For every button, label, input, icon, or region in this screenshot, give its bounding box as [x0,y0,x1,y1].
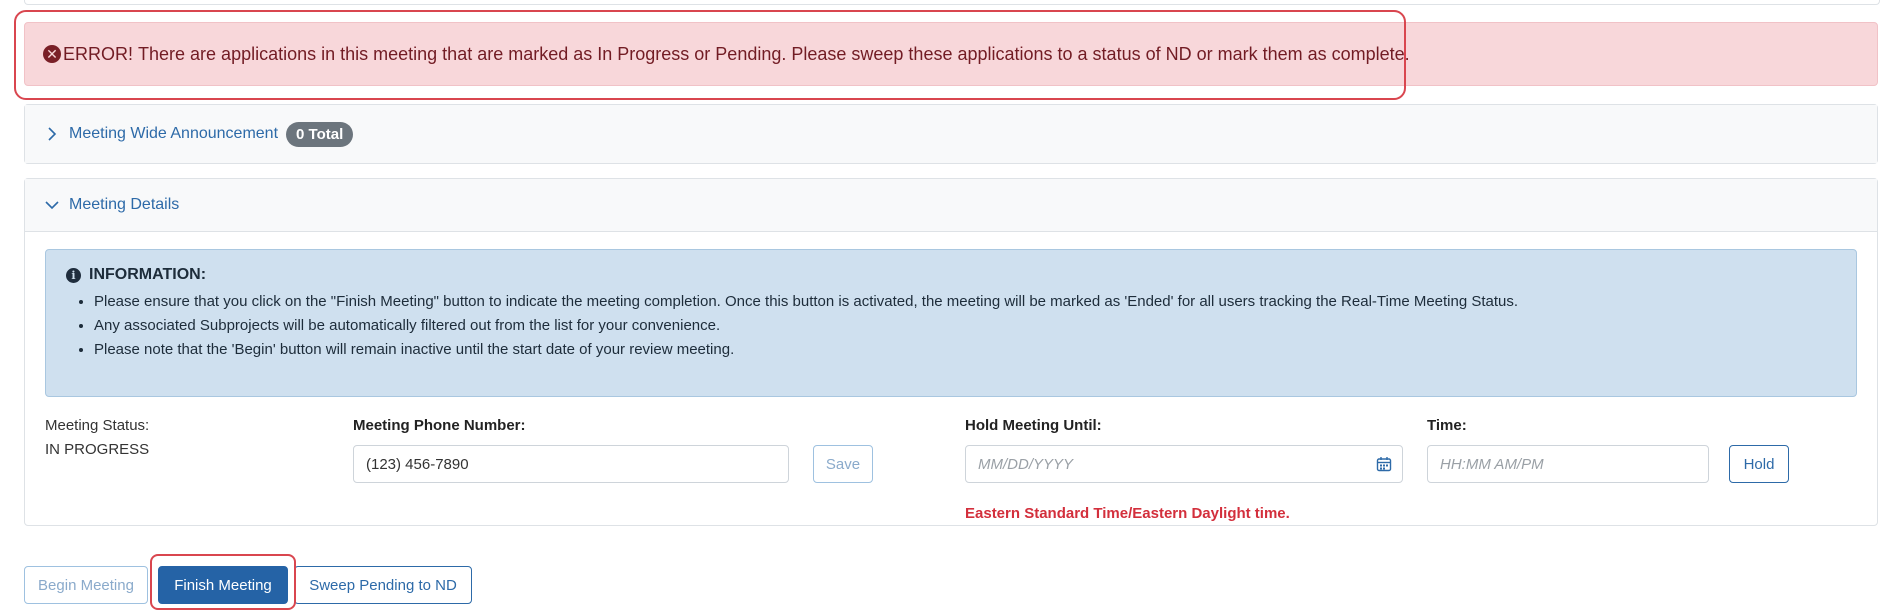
hold-button[interactable]: Hold [1729,445,1789,483]
save-phone-button[interactable]: Save [813,445,873,483]
information-item: Please note that the 'Begin' button will… [94,338,1836,362]
chevron-right-icon [48,127,57,141]
meeting-phone-input[interactable]: (123) 456-7890 [353,445,789,483]
announcement-panel: Meeting Wide Announcement 0 Total [24,104,1878,164]
meeting-details-label: Meeting Details [69,196,180,213]
hold-date-input[interactable]: MM/DD/YYYY [965,445,1403,483]
hold-time-input[interactable]: HH:MM AM/PM [1427,445,1709,483]
error-circle-icon: ✕ [43,45,61,63]
information-box: i INFORMATION: Please ensure that you cl… [45,249,1857,397]
meeting-status-label: Meeting Status: [45,417,150,434]
information-item: Please ensure that you click on the "Fin… [94,290,1836,314]
information-list: Please ensure that you click on the "Fin… [66,290,1836,362]
error-message: There are applications in this meeting t… [138,43,1410,64]
chevron-down-icon [45,201,59,210]
hold-date-placeholder: MM/DD/YYYY [978,455,1074,473]
timezone-note: Eastern Standard Time/Eastern Daylight t… [965,505,1290,522]
meeting-status-value: IN PROGRESS [45,441,150,458]
info-circle-icon: i [66,267,81,283]
error-prefix: ERROR! [63,43,134,64]
information-title-text: INFORMATION: [89,266,207,283]
announcement-toggle[interactable]: Meeting Wide Announcement 0 Total [25,105,1877,163]
sweep-pending-button[interactable]: Sweep Pending to ND [294,566,472,604]
begin-meeting-button[interactable]: Begin Meeting [24,566,148,604]
announcement-count-badge: 0 Total [286,121,354,147]
error-alert: ✕ ERROR! There are applications in this … [24,22,1878,86]
meeting-phone-label: Meeting Phone Number: [353,417,526,434]
information-item: Any associated Subprojects will be autom… [94,314,1836,338]
hold-meeting-until-label: Hold Meeting Until: [965,417,1102,434]
meeting-details-toggle[interactable]: Meeting Details [25,179,1877,232]
time-label: Time: [1427,417,1467,434]
previous-panel-edge [24,0,1880,5]
page: ✕ ERROR! There are applications in this … [0,0,1900,610]
information-title: i INFORMATION: [66,266,1836,284]
calendar-icon[interactable] [1376,456,1392,472]
finish-meeting-button[interactable]: Finish Meeting [158,566,288,604]
meeting-details-panel: Meeting Details i INFORMATION: Please en… [24,178,1878,526]
announcement-label: Meeting Wide Announcement [69,125,279,142]
